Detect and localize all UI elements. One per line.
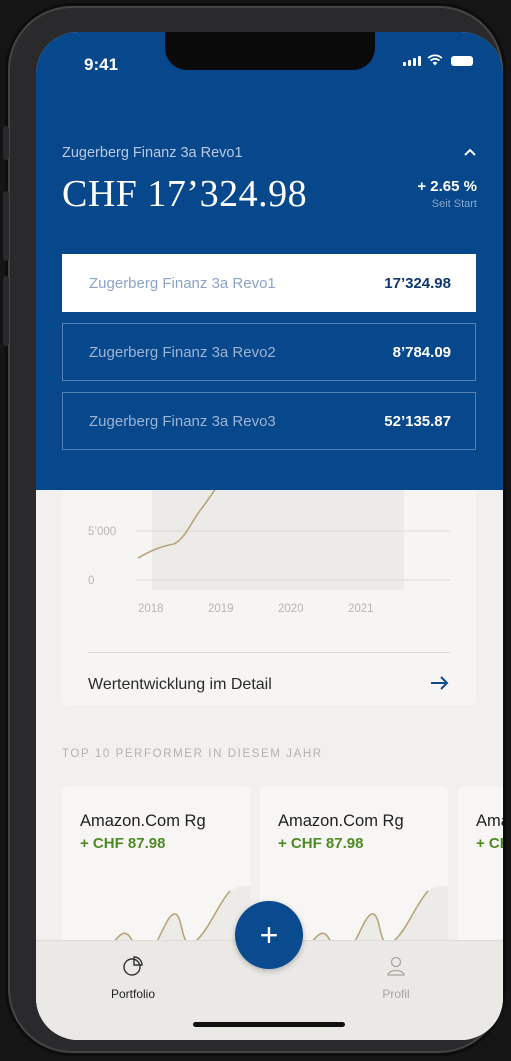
total-amount: CHF 17’324.98 bbox=[62, 173, 308, 215]
mute-switch bbox=[3, 126, 9, 160]
section-title-top-performers: TOP 10 PERFORMER IN DIESEM JAHR bbox=[62, 748, 323, 760]
account-value: 17’324.98 bbox=[384, 274, 451, 292]
performer-name: Amazon.Com Rg bbox=[80, 812, 206, 830]
status-icons bbox=[403, 54, 473, 66]
account-value: 52’135.87 bbox=[384, 412, 451, 430]
account-name: Zugerberg Finanz 3a Revo2 bbox=[89, 343, 276, 361]
chart-plot-area bbox=[152, 490, 404, 590]
tab-label: Portfolio bbox=[110, 987, 156, 1001]
performance-detail-label: Wertentwicklung im Detail bbox=[88, 675, 272, 693]
x-tick-2020: 2020 bbox=[278, 603, 304, 615]
portfolio-header: 9:41 Zugerberg Finanz 3a Revo1 CHF 17’32… bbox=[36, 32, 503, 490]
account-name: Zugerberg Finanz 3a Revo1 bbox=[89, 274, 276, 292]
plus-icon: + bbox=[259, 916, 279, 953]
performer-name: Amazon.Com Rg bbox=[476, 812, 503, 830]
status-time: 9:41 bbox=[84, 55, 119, 74]
y-tick-0: 0 bbox=[88, 575, 94, 587]
user-icon bbox=[387, 956, 405, 976]
performance-value: + 2.65 % bbox=[417, 178, 477, 195]
x-tick-2021: 2021 bbox=[348, 603, 374, 615]
battery-icon bbox=[451, 56, 473, 66]
performance-label: Seit Start bbox=[431, 198, 477, 210]
portfolio-name: Zugerberg Finanz 3a Revo1 bbox=[62, 145, 243, 161]
y-tick-5000: 5’000 bbox=[88, 526, 116, 538]
phone-frame: 9:41 Zugerberg Finanz 3a Revo1 CHF 17’32… bbox=[3, 6, 503, 1053]
performance-chart: 5’000 0 2018 2019 2020 2021 bbox=[88, 490, 450, 615]
pie-chart-icon bbox=[123, 956, 143, 976]
volume-up-button bbox=[3, 191, 9, 261]
performer-name: Amazon.Com Rg bbox=[278, 812, 404, 830]
app-screen: 9:41 Zugerberg Finanz 3a Revo1 CHF 17’32… bbox=[36, 32, 503, 1040]
account-name: Zugerberg Finanz 3a Revo3 bbox=[89, 412, 276, 430]
account-item-revo2[interactable]: Zugerberg Finanz 3a Revo2 8’784.09 bbox=[62, 323, 476, 381]
arrow-right-icon bbox=[430, 673, 450, 696]
x-tick-2019: 2019 bbox=[208, 603, 234, 615]
add-button[interactable]: + bbox=[235, 901, 303, 969]
performer-change: + CHF 87.98 bbox=[476, 835, 503, 852]
performance-summary: + 2.65 % Seit Start bbox=[417, 178, 477, 210]
chevron-up-icon[interactable] bbox=[463, 144, 477, 162]
device-notch bbox=[165, 32, 375, 70]
tab-profile[interactable]: Profil bbox=[351, 955, 441, 1001]
wifi-icon bbox=[427, 54, 443, 66]
account-value: 8’784.09 bbox=[392, 343, 451, 361]
x-tick-2018: 2018 bbox=[138, 603, 164, 615]
account-item-revo3[interactable]: Zugerberg Finanz 3a Revo3 52’135.87 bbox=[62, 392, 476, 450]
performer-change: + CHF 87.98 bbox=[278, 835, 364, 852]
volume-down-button bbox=[3, 276, 9, 346]
home-indicator bbox=[193, 1022, 345, 1027]
performance-detail-link[interactable]: Wertentwicklung im Detail bbox=[88, 652, 450, 696]
tab-label: Profil bbox=[382, 987, 410, 1001]
account-item-revo1[interactable]: Zugerberg Finanz 3a Revo1 17’324.98 bbox=[62, 254, 476, 312]
performer-change: + CHF 87.98 bbox=[80, 835, 166, 852]
performance-card: 5’000 0 2018 2019 2020 2021 Wertentwickl… bbox=[62, 490, 476, 705]
signal-icon bbox=[403, 56, 421, 66]
tab-portfolio[interactable]: Portfolio bbox=[88, 955, 178, 1001]
